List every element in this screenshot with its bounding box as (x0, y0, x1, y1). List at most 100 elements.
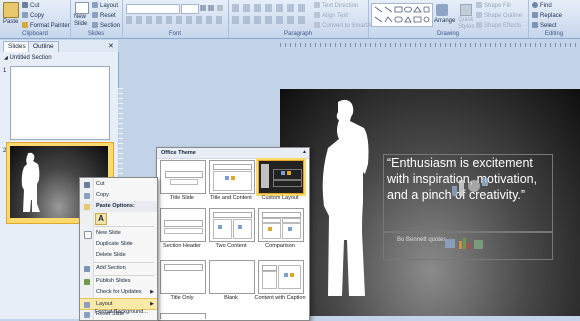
align-text-button[interactable]: Align Text (314, 12, 348, 19)
content-icon (284, 273, 288, 277)
slide-number-1: 1 (3, 68, 7, 74)
copy-icon (22, 12, 28, 18)
clipboard-group: Paste Cut Copy Format Painter Clipboard (0, 0, 71, 38)
paste-icon (84, 204, 90, 210)
quick-styles-label[interactable]: Quick (458, 17, 473, 23)
shape-outline-icon (476, 12, 482, 18)
menu-separator (94, 226, 154, 227)
menu-item-add-section[interactable]: Add Section (80, 263, 157, 274)
menu-item-delete-slide-label: Delete Slide (96, 252, 126, 258)
content-placeholder-right (282, 223, 301, 239)
tab-outline[interactable]: Outline (28, 41, 59, 52)
format-painter-label: Format Painter (30, 23, 70, 29)
shape-outline-button[interactable]: Shape Outline (476, 12, 522, 19)
section-header[interactable]: ◢ Untitled Section (4, 55, 52, 61)
layout-gallery[interactable]: Office Theme ▲ Title Slide Title and Con… (156, 147, 310, 321)
layout-label-title-only: Title Only (170, 295, 194, 301)
menu-item-check-updates[interactable]: Check for Updates ▶ (80, 287, 157, 298)
align-text-icon (314, 12, 320, 18)
arrange-icon[interactable] (436, 4, 448, 16)
reset-button[interactable]: Reset (92, 12, 116, 19)
replace-button[interactable]: Replace (532, 12, 562, 19)
submenu-arrow-icon: ▶ (150, 289, 154, 295)
scroll-up-icon[interactable]: ▲ (302, 149, 307, 155)
shape-fill-button[interactable]: Shape Fill (476, 2, 511, 9)
menu-item-publish-slides-label: Publish Slides (96, 278, 131, 284)
cut-button[interactable]: Cut (22, 2, 39, 9)
font-size-box[interactable] (181, 4, 199, 14)
layout-custom[interactable] (258, 160, 304, 194)
layout-two-content[interactable] (209, 208, 255, 242)
menu-item-copy[interactable]: Copy (80, 190, 157, 201)
copy-icon (84, 193, 90, 199)
quick-styles-icon[interactable] (460, 4, 472, 16)
paragraph-group-label: Paragraph (283, 31, 313, 37)
editing-group-label: Editing (544, 31, 564, 37)
shape-effects-button[interactable]: Shape Effects (476, 22, 521, 29)
scissors-icon (84, 182, 90, 188)
menu-item-new-slide[interactable]: New Slide (80, 228, 157, 239)
clipboard-group-label: Clipboard (22, 31, 48, 37)
menu-item-cut[interactable]: Cut (80, 179, 157, 190)
author-placeholder (273, 180, 302, 187)
gallery-header-text: Office Theme (161, 150, 196, 156)
tab-slides[interactable]: Slides (3, 41, 31, 52)
grow-font-icon[interactable] (200, 5, 206, 11)
layout-title-slide[interactable] (160, 160, 206, 194)
paste-icon[interactable] (3, 2, 19, 18)
paste-button[interactable]: Paste (3, 19, 18, 25)
paste-keep-text-icon[interactable]: A (95, 213, 107, 225)
shrink-font-icon[interactable] (208, 5, 214, 11)
alignment-buttons[interactable] (232, 16, 308, 24)
new-slide-label[interactable]: New (74, 14, 86, 20)
select-button[interactable]: Select (532, 22, 557, 29)
title-placeholder (164, 264, 203, 271)
list-indent-buttons[interactable] (232, 4, 308, 12)
font-name-box[interactable] (126, 4, 180, 14)
copy-button[interactable]: Copy (22, 12, 44, 19)
layout-title-content[interactable] (209, 160, 255, 194)
menu-item-format-background[interactable]: Format Background... (95, 309, 148, 315)
menu-item-duplicate-slide[interactable]: Duplicate Slide (80, 239, 157, 250)
menu-item-duplicate-slide-label: Duplicate Slide (96, 241, 133, 247)
title-placeholder (164, 220, 203, 227)
layout-content-caption[interactable] (258, 260, 304, 294)
scissors-icon (22, 2, 28, 8)
new-slide-icon[interactable] (75, 2, 89, 14)
section-button[interactable]: Section (92, 22, 120, 29)
find-button[interactable]: Find (532, 2, 552, 9)
drawing-group-label: Drawing (436, 31, 459, 37)
layout-button[interactable]: Layout (92, 2, 118, 9)
content-icon (288, 227, 292, 231)
layout-comparison[interactable] (258, 208, 304, 242)
clear-format-icon[interactable] (217, 5, 223, 11)
new-slide-label-2[interactable]: Slide (74, 21, 87, 27)
reset-label: Reset (100, 13, 116, 19)
content-placeholder-left (262, 223, 281, 239)
reset-icon (84, 312, 90, 318)
convert-smartart-button[interactable]: Convert to SmartArt (314, 22, 375, 29)
title-placeholder (165, 171, 203, 178)
quick-styles-label-2[interactable]: Styles (458, 24, 474, 30)
text-direction-button[interactable]: Text Direction (314, 2, 358, 9)
slide-canvas[interactable]: “Enthusiasm is excitement with inspirati… (280, 89, 580, 316)
menu-item-delete-slide[interactable]: Delete Slide (80, 250, 157, 261)
author-text[interactable]: Bo Bennett quotes (397, 237, 446, 243)
layout-label-title-content: Title and Content (210, 195, 252, 201)
slide-thumbnail-1[interactable] (10, 66, 110, 140)
close-pane-icon[interactable]: ✕ (108, 42, 114, 50)
font-format-buttons[interactable] (126, 16, 224, 24)
paste-options-header: Paste Options: (80, 201, 157, 212)
content-icon (287, 171, 291, 175)
layout-blank[interactable] (209, 260, 255, 294)
layout-label-content-caption: Content with Caption (254, 295, 306, 301)
layout-section-header[interactable] (160, 208, 206, 242)
font-group: Font (122, 0, 229, 38)
menu-item-publish-slides[interactable]: Publish Slides (80, 276, 157, 287)
arrange-button[interactable]: Arrange (434, 18, 455, 24)
format-painter-button[interactable]: Format Painter (22, 22, 70, 29)
layout-title-only[interactable] (160, 260, 206, 294)
more-layouts-partial[interactable] (160, 313, 206, 319)
shapes-gallery[interactable] (371, 3, 433, 27)
collapse-triangle-icon[interactable]: ◢ (4, 55, 8, 61)
